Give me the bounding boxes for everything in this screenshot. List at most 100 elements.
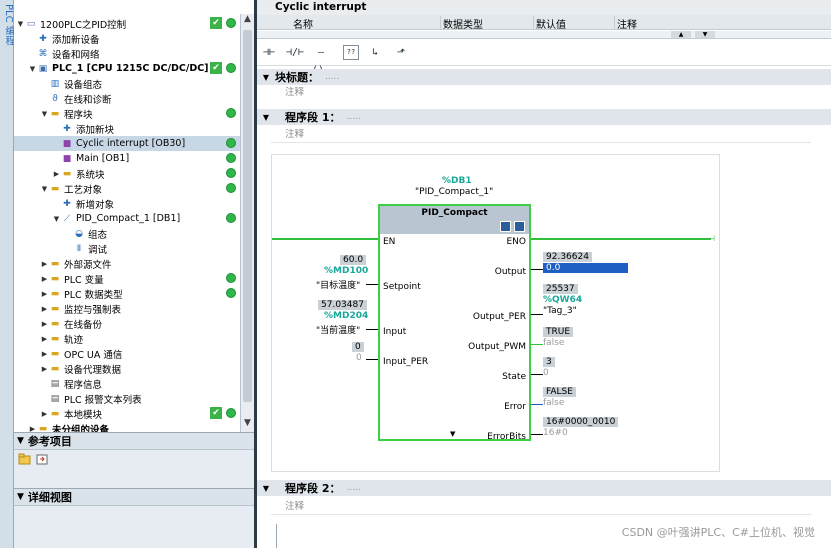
expand-arrow-icon[interactable]: ▼	[28, 65, 37, 73]
tree-item[interactable]: ▶ ▬ 本地模块	[14, 406, 240, 421]
setpoint-tag[interactable]: "目标温度"	[316, 278, 360, 291]
expand-arrow-icon[interactable]: ▼	[16, 20, 25, 28]
tree-scrollbar[interactable]: ▲ ▼	[240, 14, 254, 432]
network-2-header[interactable]: ▼ 程序段 2： .....	[257, 480, 831, 496]
network-1-graphic[interactable]: ⊣ %DB1 "PID_Compact_1" PID_Compact EN Se…	[271, 154, 720, 472]
tree-item[interactable]: ▤ 程序信息	[14, 376, 240, 391]
network-1-comment[interactable]: 注释	[271, 127, 811, 143]
tree-item[interactable]: ⌘ 设备和网络	[14, 46, 240, 61]
network-1-header[interactable]: ▼ 程序段 1： .....	[257, 109, 831, 125]
chevron-down-icon[interactable]: ▼	[257, 73, 275, 82]
pin-setpoint[interactable]: Setpoint	[383, 282, 421, 292]
setpoint-address[interactable]: %MD100	[324, 266, 368, 276]
error-tag[interactable]: false	[543, 398, 564, 408]
tree-item[interactable]: ▼ ▬ 程序块	[14, 106, 240, 121]
tree-item[interactable]: ▶ ▬ 设备代理数据	[14, 361, 240, 376]
output-pwm-tag[interactable]: false	[543, 338, 564, 348]
reference-panel-header[interactable]: ▼ 参考项目	[14, 432, 254, 450]
scroll-up-icon[interactable]: ▲	[241, 14, 254, 28]
network-2-title[interactable]: .....	[346, 483, 360, 493]
tree-item[interactable]: ▶ ▬ OPC UA 通信	[14, 346, 240, 361]
scroll-thumb[interactable]	[243, 30, 252, 402]
tree-item[interactable]: ▶ ▬ 未分组的设备	[14, 421, 240, 433]
commissioning-icon[interactable]	[514, 221, 525, 232]
open-branch-icon[interactable]: ↳	[365, 44, 385, 62]
tree-item[interactable]: ▥ 设备组态	[14, 76, 240, 91]
tree-item[interactable]: Ⅱ 调试	[14, 241, 240, 256]
chevron-down-icon[interactable]: ▼	[17, 492, 24, 502]
expand-block-icon[interactable]: ▼	[450, 430, 455, 438]
collapse-arrow-icon[interactable]: ▶	[40, 335, 49, 343]
instance-db-address[interactable]: %DB1	[442, 176, 472, 186]
pin-en[interactable]: EN	[383, 237, 395, 247]
close-branch-icon[interactable]: ⬏	[391, 44, 411, 62]
tree-item[interactable]: ▶ ▬ PLC 变量	[14, 271, 240, 286]
pin-state[interactable]: State	[502, 372, 526, 382]
pin-output[interactable]: Output	[495, 267, 526, 277]
tree-item[interactable]: ✚ 添加新设备	[14, 31, 240, 46]
pin-input-per[interactable]: Input_PER	[383, 357, 428, 367]
monitor-icon[interactable]	[500, 221, 511, 232]
output-selected-field[interactable]: 0.0	[543, 263, 628, 273]
pid-compact-block[interactable]: PID_Compact EN Setpoint Input Input_PER …	[378, 204, 531, 442]
instance-db-name[interactable]: "PID_Compact_1"	[415, 187, 493, 197]
output-per-address[interactable]: %QW64	[543, 295, 582, 305]
block-title-value[interactable]: .....	[325, 72, 339, 82]
col-datatype[interactable]: 数据类型	[443, 16, 483, 31]
tree-item[interactable]: ϑ 在线和诊断	[14, 91, 240, 106]
network-2-comment[interactable]: 注释	[271, 499, 811, 515]
col-comment[interactable]: 注释	[617, 16, 637, 31]
collapse-arrow-icon[interactable]: ▶	[40, 260, 49, 268]
collapse-arrow-icon[interactable]: ▶	[40, 365, 49, 373]
chevron-down-icon[interactable]: ▼	[17, 436, 24, 446]
collapse-arrow-icon[interactable]: ▶	[40, 320, 49, 328]
col-name[interactable]: 名称	[293, 16, 313, 31]
pin-eno[interactable]: ENO	[506, 237, 526, 247]
refresh-icon[interactable]	[36, 453, 49, 465]
state-tag[interactable]: 0	[543, 368, 549, 378]
detail-panel-header[interactable]: ▼ 详细视图	[14, 488, 254, 506]
col-default[interactable]: 默认值	[536, 16, 566, 31]
tree-item[interactable]: ■ Main [OB1]	[14, 151, 240, 166]
no-contact-icon[interactable]: ⊣⊢	[259, 44, 279, 62]
scroll-down-icon[interactable]: ▼	[241, 418, 254, 432]
tree-item[interactable]: ◒ 组态	[14, 226, 240, 241]
tree-item[interactable]: ▶ ▬ 外部源文件	[14, 256, 240, 271]
tree-item[interactable]: ▶ ▬ 轨迹	[14, 331, 240, 346]
collapse-down-icon[interactable]: ▼	[695, 31, 715, 38]
tree-item[interactable]: ▼ ⟋ PID_Compact_1 [DB1]	[14, 211, 240, 226]
input-per-tag[interactable]: 0	[356, 353, 362, 363]
tree-item[interactable]: ▼ ▭ 1200PLC之PID控制	[14, 16, 240, 31]
chevron-down-icon[interactable]: ▼	[257, 484, 275, 493]
collapse-arrow-icon[interactable]: ▶	[52, 170, 61, 178]
pin-errorbits[interactable]: ErrorBits	[487, 432, 526, 442]
network-1-title[interactable]: .....	[346, 112, 360, 122]
empty-box-icon[interactable]: ??	[343, 45, 359, 60]
side-tab-strip[interactable]: PLC 编程	[0, 0, 14, 548]
collapse-arrow-icon[interactable]: ▶	[40, 275, 49, 283]
errorbits-tag[interactable]: 16#0	[543, 428, 568, 438]
collapse-arrow-icon[interactable]: ▶	[28, 425, 37, 433]
collapse-up-icon[interactable]: ▲	[671, 31, 691, 38]
tree-item[interactable]: ✚ 添加新块	[14, 121, 240, 136]
pin-output-per[interactable]: Output_PER	[473, 312, 526, 322]
collapse-arrow-icon[interactable]: ▶	[40, 350, 49, 358]
input-tag[interactable]: "当前温度"	[316, 323, 360, 336]
tree-item[interactable]: ▶ ▬ 监控与强制表	[14, 301, 240, 316]
chevron-down-icon[interactable]: ▼	[257, 113, 275, 122]
tree-item[interactable]: ▼ ▬ 工艺对象	[14, 181, 240, 196]
pin-input[interactable]: Input	[383, 327, 406, 337]
collapse-arrow-icon[interactable]: ▶	[40, 290, 49, 298]
tree-item[interactable]: ▶ ▬ 在线备份	[14, 316, 240, 331]
expand-arrow-icon[interactable]: ▼	[40, 110, 49, 118]
tree-item[interactable]: ✚ 新增对象	[14, 196, 240, 211]
coil-icon[interactable]: –()–	[311, 44, 331, 76]
tree-item[interactable]: ▤ PLC 报警文本列表	[14, 391, 240, 406]
pin-error[interactable]: Error	[504, 402, 526, 412]
tree-item[interactable]: ■ Cyclic interrupt [OB30]	[14, 136, 240, 151]
collapse-arrow-icon[interactable]: ▶	[40, 305, 49, 313]
expand-arrow-icon[interactable]: ▼	[40, 185, 49, 193]
interface-splitter[interactable]: ▲ ▼	[257, 31, 831, 39]
expand-arrow-icon[interactable]: ▼	[52, 215, 61, 223]
pin-output-pwm[interactable]: Output_PWM	[468, 342, 526, 352]
